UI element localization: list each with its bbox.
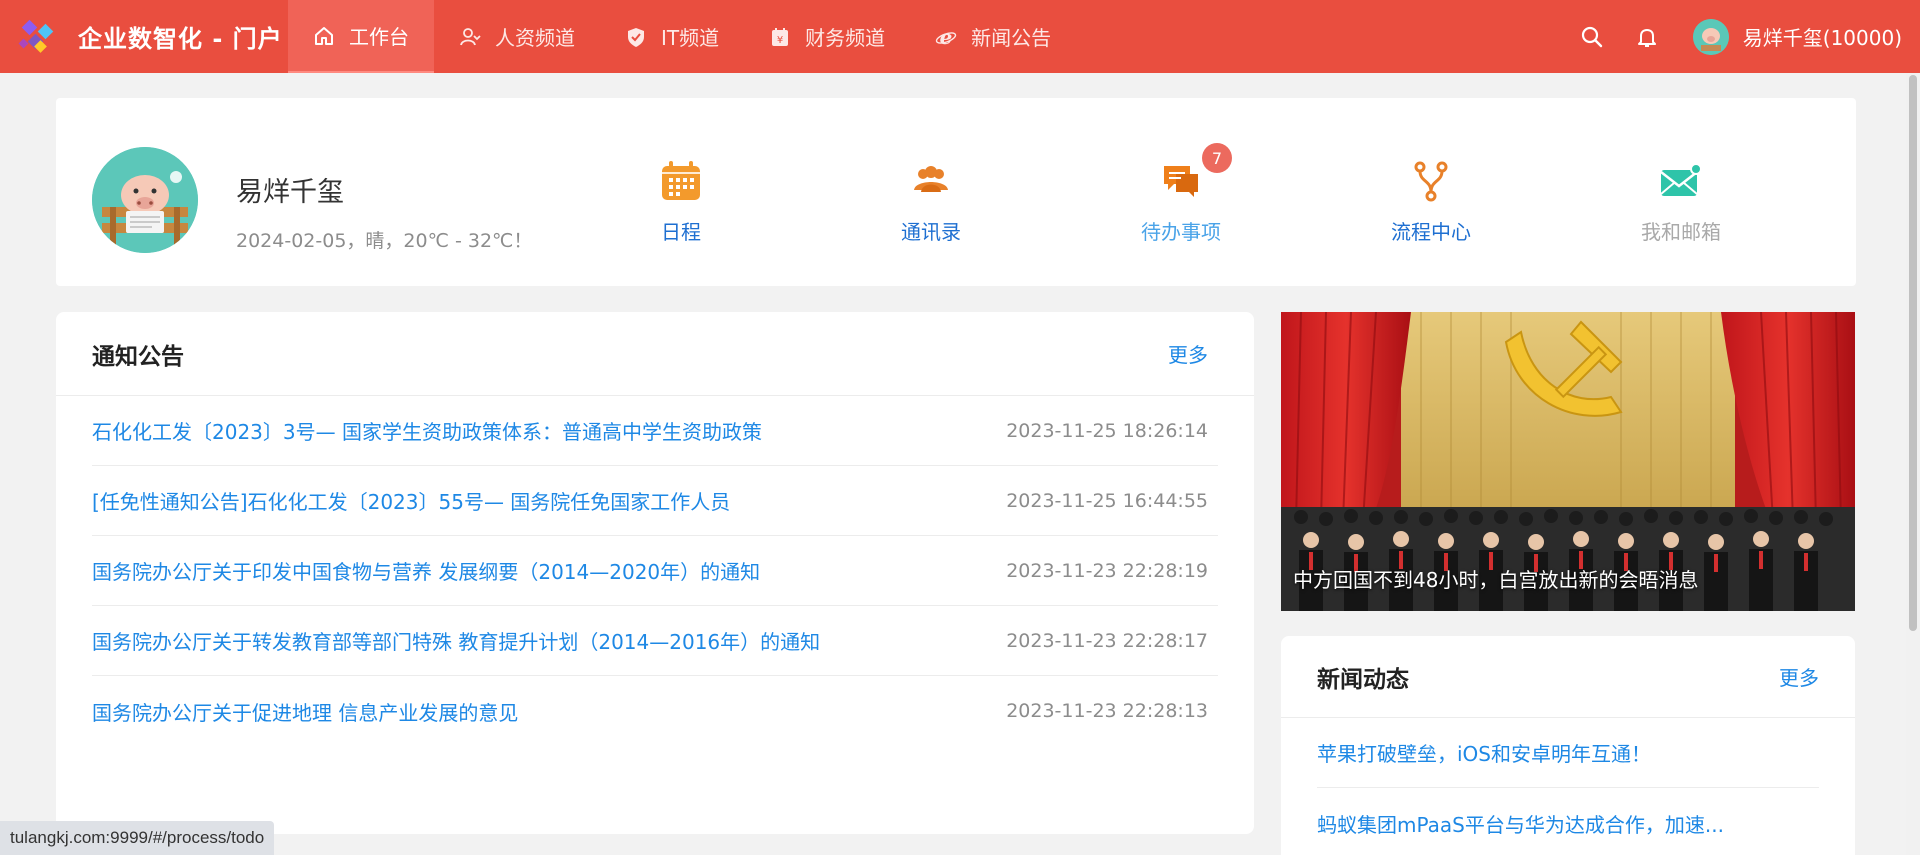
notice-panel-title: 通知公告 [92, 343, 184, 370]
user-menu[interactable]: 易烊千玺(10000) [1692, 18, 1902, 55]
nav-label: IT频道 [661, 26, 720, 50]
news-list: 苹果打破壁垒，iOS和安卓明年互通！ 蚂蚁集团mPaaS平台与华为达成合作，加速… [1281, 718, 1855, 855]
nav-label: 工作台 [349, 25, 409, 49]
banner-caption[interactable]: 中方回国不到48小时，白宫放出新的会晤消息 [1293, 564, 1698, 593]
list-item[interactable]: 国务院办公厅关于转发教育部等部门特殊 教育提升计划（2014—2016年）的通知… [92, 606, 1218, 676]
notice-time: 2023-11-23 22:28:17 [1006, 629, 1208, 652]
notification-button[interactable] [1620, 0, 1675, 73]
nav-finance-channel[interactable]: ¥ 财务频道 [744, 0, 910, 73]
news-panel-header: 新闻动态 更多 [1281, 636, 1855, 718]
home-icon [313, 25, 335, 47]
notice-panel: 通知公告 更多 石化化工发〔2023〕3号— 国家学生资助政策体系：普通高中学生… [56, 312, 1254, 834]
nav-it-channel[interactable]: IT频道 [600, 0, 744, 73]
notice-time: 2023-11-23 22:28:19 [1006, 559, 1208, 582]
list-item[interactable]: 蚂蚁集团mPaaS平台与华为达成合作，加速... [1317, 788, 1819, 855]
shortcut-label: 流程中心 [1391, 220, 1471, 244]
shortcut-contacts[interactable]: 通讯录 [856, 158, 1006, 258]
profile-name: 易烊千玺 [236, 177, 344, 208]
news-title[interactable]: 蚂蚁集团mPaaS平台与华为达成合作，加速... [1317, 809, 1724, 838]
shield-icon [625, 26, 647, 48]
notice-time: 2023-11-25 18:26:14 [1006, 419, 1208, 442]
scrollbar-thumb[interactable] [1909, 75, 1917, 631]
shortcut-label: 我和邮箱 [1641, 220, 1721, 244]
ie-icon: e [935, 26, 957, 48]
shortcut-label: 通讯录 [901, 220, 961, 244]
notice-title[interactable]: 国务院办公厅关于转发教育部等部门特殊 教育提升计划（2014—2016年）的通知 [92, 626, 820, 655]
profile-weather: 2024-02-05，晴，20℃ - 32℃！ [236, 230, 533, 252]
profile-avatar[interactable] [92, 147, 198, 253]
top-navigation-bar: 企业数智化 - 门户 工作台 人资频道 IT频道 ¥ 财务频道 e 新闻公告 易… [0, 0, 1920, 73]
shortcut-flow-center[interactable]: 流程中心 [1356, 158, 1506, 258]
main-nav: 工作台 人资频道 IT频道 ¥ 财务频道 e 新闻公告 [288, 0, 1076, 73]
list-item[interactable]: [任免性通知公告]石化化工发〔2023〕55号— 国务院任免国家工作人员 202… [92, 466, 1218, 536]
notice-title[interactable]: [任免性通知公告]石化化工发〔2023〕55号— 国务院任免国家工作人员 [92, 486, 730, 515]
brand-logo-icon [18, 19, 54, 53]
user-icon [459, 26, 481, 48]
header-tools: 易烊千玺(10000) [1565, 0, 1920, 73]
chat-icon [1158, 158, 1204, 204]
shortcut-bar: 日程 通讯录 待办事项 7 流程中心 我和邮箱 [606, 143, 1856, 258]
svg-text:e: e [940, 26, 953, 48]
svg-text:¥: ¥ [777, 35, 783, 46]
nav-hr-channel[interactable]: 人资频道 [434, 0, 600, 73]
shortcut-calendar[interactable]: 日程 [606, 158, 756, 258]
notice-title[interactable]: 国务院办公厅关于印发中国食物与营养 发展纲要（2014—2020年）的通知 [92, 556, 760, 585]
shortcut-label: 待办事项 [1141, 220, 1221, 244]
bell-icon [1638, 28, 1657, 47]
brand[interactable]: 企业数智化 - 门户 [0, 0, 288, 73]
news-title[interactable]: 苹果打破壁垒，iOS和安卓明年互通！ [1317, 738, 1651, 767]
shortcut-label: 日程 [661, 220, 701, 244]
status-bar-url: tulangkj.com:9999/#/process/todo [0, 821, 275, 855]
nav-label: 人资频道 [495, 26, 575, 50]
flow-icon [1408, 158, 1454, 204]
nav-news-channel[interactable]: e 新闻公告 [910, 0, 1076, 73]
notice-title[interactable]: 国务院办公厅关于促进地理 信息产业发展的意见 [92, 697, 518, 726]
notice-title[interactable]: 石化化工发〔2023〕3号— 国家学生资助政策体系：普通高中学生资助政策 [92, 416, 762, 445]
contacts-icon [908, 158, 954, 204]
news-banner[interactable]: 中方回国不到48小时，白宫放出新的会晤消息 [1281, 312, 1855, 611]
finance-icon: ¥ [769, 26, 791, 48]
list-item[interactable]: 国务院办公厅关于促进地理 信息产业发展的意见 2023-11-23 22:28:… [92, 676, 1218, 746]
search-icon [1582, 26, 1603, 47]
calendar-icon [658, 158, 704, 204]
profile-card: 易烊千玺 2024-02-05，晴，20℃ - 32℃！ 日程 通讯录 待办事项… [56, 98, 1856, 286]
todo-count-badge: 7 [1202, 143, 1232, 173]
notice-time: 2023-11-25 16:44:55 [1006, 489, 1208, 512]
user-display-name: 易烊千玺(10000) [1742, 26, 1902, 50]
nav-label: 新闻公告 [971, 26, 1052, 50]
shortcut-todo[interactable]: 待办事项 7 [1106, 143, 1256, 258]
shortcut-mailbox[interactable]: 我和邮箱 [1606, 158, 1756, 258]
news-panel: 新闻动态 更多 苹果打破壁垒，iOS和安卓明年互通！ 蚂蚁集团mPaaS平台与华… [1281, 636, 1855, 855]
search-button[interactable] [1565, 0, 1620, 73]
list-item[interactable]: 石化化工发〔2023〕3号— 国家学生资助政策体系：普通高中学生资助政策 202… [92, 396, 1218, 466]
notice-more-link[interactable]: 更多 [1168, 339, 1208, 368]
notice-panel-header: 通知公告 更多 [56, 312, 1254, 396]
list-item[interactable]: 苹果打破壁垒，iOS和安卓明年互通！ [1317, 718, 1819, 788]
page-scrollbar[interactable] [1906, 73, 1920, 855]
mail-icon [1658, 158, 1704, 204]
notice-list: 石化化工发〔2023〕3号— 国家学生资助政策体系：普通高中学生资助政策 202… [56, 396, 1254, 746]
avatar [1692, 18, 1729, 55]
news-panel-title: 新闻动态 [1317, 666, 1409, 693]
list-item[interactable]: 国务院办公厅关于印发中国食物与营养 发展纲要（2014—2020年）的通知 20… [92, 536, 1218, 606]
news-more-link[interactable]: 更多 [1779, 662, 1819, 691]
nav-label: 财务频道 [805, 26, 886, 50]
brand-title: 企业数智化 - 门户 [78, 25, 283, 53]
nav-workbench[interactable]: 工作台 [288, 0, 434, 73]
notice-time: 2023-11-23 22:28:13 [1006, 700, 1208, 722]
